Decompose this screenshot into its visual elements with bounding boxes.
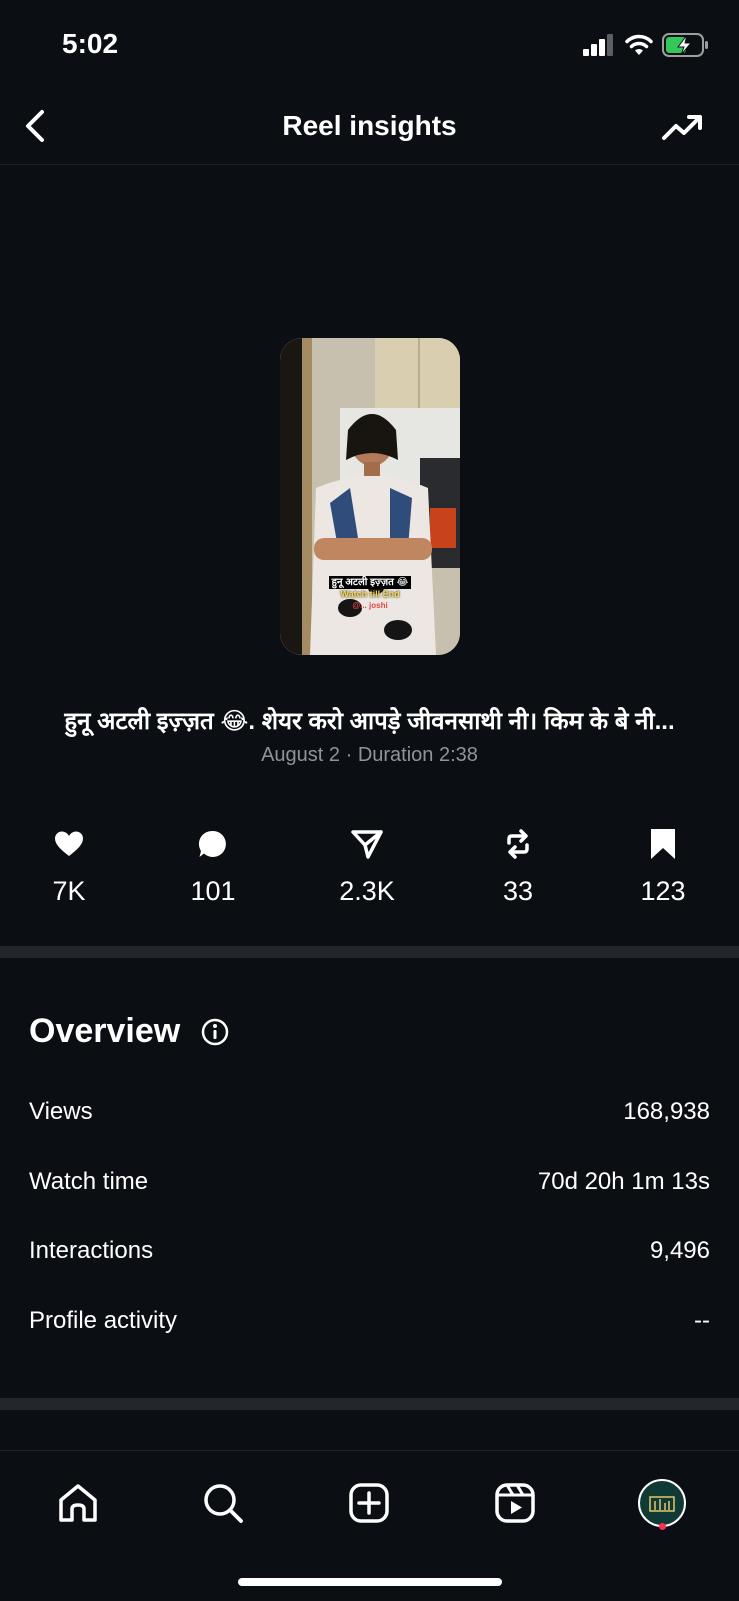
avatar-logo-icon xyxy=(649,1496,675,1512)
status-bar: 5:02 xyxy=(0,0,739,90)
tab-create[interactable] xyxy=(341,1475,397,1531)
saves-count: 123 xyxy=(640,876,686,906)
section-divider xyxy=(0,946,739,958)
trending-up-icon xyxy=(662,115,702,140)
share-icon xyxy=(351,830,383,859)
page-title: Reel insights xyxy=(282,110,457,141)
nav-header: Reel insights xyxy=(0,90,739,165)
info-icon[interactable] xyxy=(201,1018,229,1046)
thumbnail-overlay-handle: @... joshi xyxy=(352,601,388,610)
overview-row-value: 9,496 xyxy=(649,1237,710,1264)
reel-meta: August 2 · Duration 2:38 xyxy=(261,744,478,766)
bookmark-icon xyxy=(651,829,675,859)
overview-row-interactions: Interactions 9,496 xyxy=(29,1237,710,1277)
overview-row-views: Views 168,938 xyxy=(29,1098,710,1138)
cellular-signal-icon xyxy=(583,34,613,56)
overview-row-watch-time: Watch time 70d 20h 1m 13s xyxy=(29,1168,710,1208)
reels-icon xyxy=(495,1483,535,1523)
trends-button[interactable] xyxy=(660,108,706,146)
home-indicator xyxy=(238,1578,502,1586)
comments-count: 101 xyxy=(190,876,236,906)
comment-icon xyxy=(198,830,226,857)
heart-icon xyxy=(55,831,83,856)
search-icon xyxy=(204,1484,243,1523)
tab-home[interactable] xyxy=(50,1475,106,1531)
overview-row-label: Profile activity xyxy=(29,1307,178,1334)
comments-stat: 101 xyxy=(153,826,273,907)
overview-row-value: 168,938 xyxy=(623,1098,710,1125)
battery-charging-icon xyxy=(662,33,708,57)
saves-stat: 123 xyxy=(603,826,723,907)
reposts-stat: 33 xyxy=(458,826,578,907)
reposts-count: 33 xyxy=(502,876,534,906)
home-icon xyxy=(59,1484,97,1522)
status-time: 5:02 xyxy=(62,28,119,59)
thumbnail-overlay-title: हुनू अटली इज़्ज़त 😂 xyxy=(280,574,460,589)
wifi-icon xyxy=(625,34,653,55)
reel-thumbnail[interactable]: हुनू अटली इज़्ज़त 😂 Watch till End @... … xyxy=(280,338,460,655)
section-divider xyxy=(0,1398,739,1410)
likes-stat: 7K xyxy=(9,826,129,907)
reel-caption: हुनू अटली इज़्ज़त 😂. शेयर करो आपड़े जीवन… xyxy=(64,708,675,735)
overview-row-label: Watch time xyxy=(29,1168,149,1195)
tab-search[interactable] xyxy=(195,1475,251,1531)
shares-stat: 2.3K xyxy=(307,826,427,907)
thumbnail-overlay-subtitle: Watch till End xyxy=(340,589,400,599)
overview-row-profile-activity: Profile activity -- xyxy=(29,1307,710,1347)
likes-count: 7K xyxy=(52,876,86,906)
overview-row-label: Views xyxy=(29,1098,93,1125)
notification-dot xyxy=(659,1523,666,1530)
overview-row-label: Interactions xyxy=(29,1237,154,1264)
shares-count: 2.3K xyxy=(339,876,395,906)
overview-title: Overview xyxy=(29,1012,181,1050)
repost-icon xyxy=(507,829,529,859)
profile-avatar xyxy=(638,1479,686,1527)
create-icon xyxy=(349,1483,389,1523)
tab-reels[interactable] xyxy=(487,1475,543,1531)
overview-row-value: 70d 20h 1m 13s xyxy=(537,1168,710,1195)
overview-row-value: -- xyxy=(694,1307,710,1334)
